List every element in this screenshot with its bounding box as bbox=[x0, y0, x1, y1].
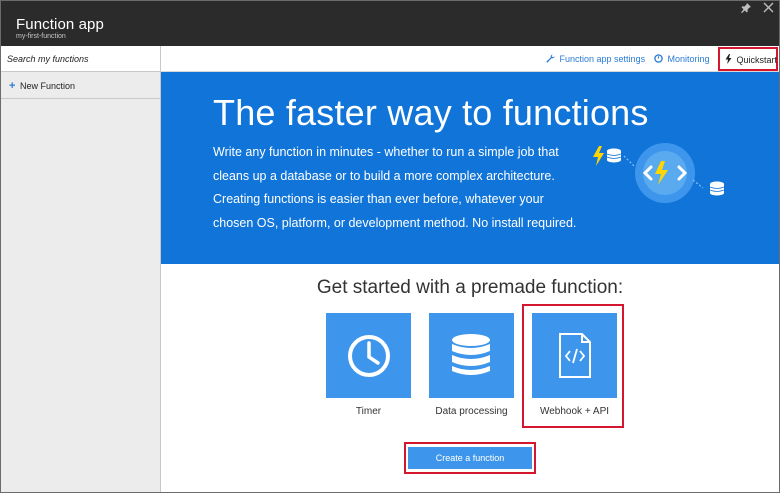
monitoring-link[interactable]: Monitoring bbox=[654, 46, 710, 72]
sidebar: + New Function bbox=[1, 46, 161, 492]
search-input[interactable] bbox=[1, 46, 160, 72]
timer-label: Timer bbox=[355, 406, 382, 417]
hero-title: The faster way to functions bbox=[213, 92, 649, 133]
top-navigation: Function app settings Monitoring Quickst… bbox=[161, 46, 779, 72]
premade-section: Get started with a premade function: Tim… bbox=[161, 264, 779, 492]
lightning-icon bbox=[725, 54, 735, 65]
timer-tile[interactable] bbox=[326, 313, 411, 398]
function-app-settings-link[interactable]: Function app settings bbox=[546, 46, 645, 72]
quickstart-label: Quickstart bbox=[736, 55, 778, 65]
search-box bbox=[1, 46, 160, 72]
database-icon bbox=[606, 148, 622, 163]
hero-banner: The faster way to functions Write any fu… bbox=[161, 72, 779, 264]
lightning-icon bbox=[593, 146, 604, 166]
function-app-blade: Function app my-first-function + New Fun… bbox=[0, 0, 780, 493]
new-function-label: New Function bbox=[19, 81, 75, 91]
data-processing-tile[interactable] bbox=[429, 313, 514, 398]
settings-label: Function app settings bbox=[559, 54, 646, 64]
clock-icon bbox=[348, 335, 390, 377]
premade-heading: Get started with a premade function: bbox=[316, 277, 624, 298]
database-icon bbox=[452, 334, 490, 375]
function-app-icon bbox=[635, 143, 695, 203]
hero-description: Write any function in minutes - whether … bbox=[213, 145, 577, 230]
wrench-icon bbox=[546, 54, 558, 64]
quickstart-tab[interactable]: Quickstart bbox=[718, 47, 778, 71]
functions-illustration bbox=[589, 138, 739, 208]
close-icon[interactable] bbox=[761, 1, 775, 16]
monitoring-label: Monitoring bbox=[667, 54, 710, 64]
database-icon-output bbox=[709, 181, 725, 196]
title-bar: Function app my-first-function bbox=[1, 1, 779, 46]
app-title: Function app bbox=[16, 16, 104, 33]
plus-icon: + bbox=[9, 80, 16, 92]
data-processing-label: Data processing bbox=[435, 406, 508, 417]
app-subtitle: my-first-function bbox=[16, 33, 66, 40]
create-function-button[interactable]: Create a function bbox=[408, 447, 532, 469]
webhook-selection-highlight bbox=[522, 304, 624, 428]
new-function-button[interactable]: + New Function bbox=[1, 73, 160, 99]
gauge-icon bbox=[654, 54, 666, 64]
pin-icon[interactable] bbox=[739, 3, 753, 16]
